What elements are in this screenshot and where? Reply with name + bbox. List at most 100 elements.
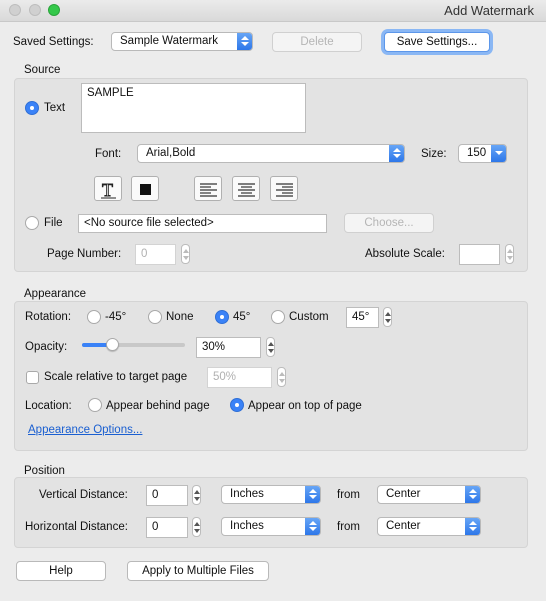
horizontal-distance-stepper[interactable] xyxy=(192,517,201,537)
scale-value: 50% xyxy=(213,371,237,383)
zoom-window-icon[interactable] xyxy=(48,4,60,16)
saved-settings-label: Saved Settings: xyxy=(13,36,94,48)
absolute-scale-stepper[interactable] xyxy=(505,244,514,264)
scale-field[interactable]: 50% xyxy=(207,367,272,388)
page-number-value: 0 xyxy=(141,248,148,260)
apply-multiple-files-button[interactable]: Apply to Multiple Files xyxy=(127,561,269,581)
rotation-minus45-radio[interactable] xyxy=(87,310,101,324)
scale-relative-label: Scale relative to target page xyxy=(44,371,188,383)
custom-rotation-value: 45° xyxy=(352,311,370,323)
size-label: Size: xyxy=(421,148,447,160)
appear-behind-radio[interactable] xyxy=(88,398,102,412)
chevron-down-icon xyxy=(491,145,506,162)
vertical-unit-value: Inches xyxy=(230,488,264,500)
saved-settings-value: Sample Watermark xyxy=(120,35,218,47)
popup-arrows-icon xyxy=(389,145,404,162)
appear-behind-label: Appear behind page xyxy=(106,400,210,412)
save-settings-button[interactable]: Save Settings... xyxy=(384,32,490,52)
text-outline-icon: T xyxy=(101,180,116,200)
rotation-custom-radio[interactable] xyxy=(271,310,285,324)
vertical-distance-value: 0 xyxy=(152,489,159,501)
size-value: 150 xyxy=(467,147,487,159)
file-radio-label: File xyxy=(44,217,63,229)
svg-text:T: T xyxy=(102,180,113,200)
opacity-slider-track[interactable] xyxy=(82,338,185,351)
align-left-button[interactable] xyxy=(194,176,222,201)
absolute-scale-label: Absolute Scale: xyxy=(365,248,445,260)
popup-arrows-icon xyxy=(465,518,480,535)
rotation-minus45-label: -45° xyxy=(105,311,127,323)
align-right-icon xyxy=(276,183,293,197)
popup-arrows-icon xyxy=(465,486,480,503)
custom-rotation-field[interactable]: 45° xyxy=(346,307,379,328)
help-button[interactable]: Help xyxy=(16,561,106,581)
text-outline-button[interactable]: T xyxy=(94,176,122,201)
align-center-button[interactable] xyxy=(232,176,260,201)
appear-on-top-radio[interactable] xyxy=(230,398,244,412)
vertical-anchor-value: Center xyxy=(386,488,421,500)
custom-rotation-stepper[interactable] xyxy=(383,307,392,327)
vertical-anchor-popup[interactable]: Center xyxy=(377,485,481,504)
scale-stepper[interactable] xyxy=(277,367,286,387)
opacity-label: Opacity: xyxy=(25,341,68,353)
fill-square-icon xyxy=(140,184,151,195)
horizontal-unit-value: Inches xyxy=(230,520,264,532)
opacity-stepper[interactable] xyxy=(266,337,275,357)
scale-relative-checkbox[interactable] xyxy=(26,371,39,384)
opacity-field[interactable]: 30% xyxy=(196,337,261,358)
font-label: Font: xyxy=(95,148,122,160)
popup-arrows-icon xyxy=(237,33,252,50)
popup-arrows-icon xyxy=(305,518,320,535)
vertical-distance-field[interactable]: 0 xyxy=(146,485,188,506)
page-number-stepper[interactable] xyxy=(181,244,190,264)
absolute-scale-field[interactable] xyxy=(459,244,500,265)
opacity-value: 30% xyxy=(202,341,226,353)
page-number-label: Page Number: xyxy=(47,248,122,260)
vertical-distance-label: Vertical Distance: xyxy=(39,489,128,501)
vertical-unit-popup[interactable]: Inches xyxy=(221,485,321,504)
text-radio[interactable] xyxy=(25,101,39,115)
font-value: Arial,Bold xyxy=(146,147,196,159)
minimize-window-icon[interactable] xyxy=(29,4,41,16)
align-right-button[interactable] xyxy=(270,176,298,201)
rotation-none-label: None xyxy=(166,311,194,323)
watermark-text-value: SAMPLE xyxy=(87,87,134,99)
vertical-distance-stepper[interactable] xyxy=(192,485,201,505)
font-popup[interactable]: Arial,Bold xyxy=(137,144,405,163)
appear-on-top-label: Appear on top of page xyxy=(248,400,362,412)
rotation-45-label: 45° xyxy=(233,311,251,323)
source-file-value: <No source file selected> xyxy=(84,217,214,229)
rotation-custom-label: Custom xyxy=(289,311,329,323)
size-popup[interactable]: 150 xyxy=(458,144,507,163)
source-section-title: Source xyxy=(24,64,61,76)
text-radio-label: Text xyxy=(44,102,66,114)
saved-settings-popup[interactable]: Sample Watermark xyxy=(111,32,253,51)
rotation-none-radio[interactable] xyxy=(148,310,162,324)
file-radio[interactable] xyxy=(25,216,39,230)
horizontal-anchor-popup[interactable]: Center xyxy=(377,517,481,536)
horizontal-distance-label: Horizontal Distance: xyxy=(25,521,128,533)
vertical-from-label: from xyxy=(337,489,360,501)
watermark-text-area[interactable]: SAMPLE xyxy=(81,83,306,133)
window-title: Add Watermark xyxy=(444,3,534,18)
rotation-45-radio[interactable] xyxy=(215,310,229,324)
text-fill-button[interactable] xyxy=(131,176,159,201)
source-file-field[interactable]: <No source file selected> xyxy=(78,214,327,233)
horizontal-anchor-value: Center xyxy=(386,520,421,532)
horizontal-unit-popup[interactable]: Inches xyxy=(221,517,321,536)
appearance-options-link[interactable]: Appearance Options... xyxy=(28,424,142,436)
align-center-icon xyxy=(238,183,255,197)
close-window-icon[interactable] xyxy=(9,4,21,16)
horizontal-distance-field[interactable]: 0 xyxy=(146,517,188,538)
page-number-field[interactable]: 0 xyxy=(135,244,176,265)
position-section-title: Position xyxy=(24,465,65,477)
title-bar: Add Watermark xyxy=(0,0,546,22)
horizontal-from-label: from xyxy=(337,521,360,533)
location-label: Location: xyxy=(25,400,72,412)
delete-button[interactable]: Delete xyxy=(272,32,362,52)
choose-file-button[interactable]: Choose... xyxy=(344,213,434,233)
horizontal-distance-value: 0 xyxy=(152,521,159,533)
appearance-section-title: Appearance xyxy=(24,288,87,300)
align-left-icon xyxy=(200,183,217,197)
rotation-label: Rotation: xyxy=(25,311,72,323)
